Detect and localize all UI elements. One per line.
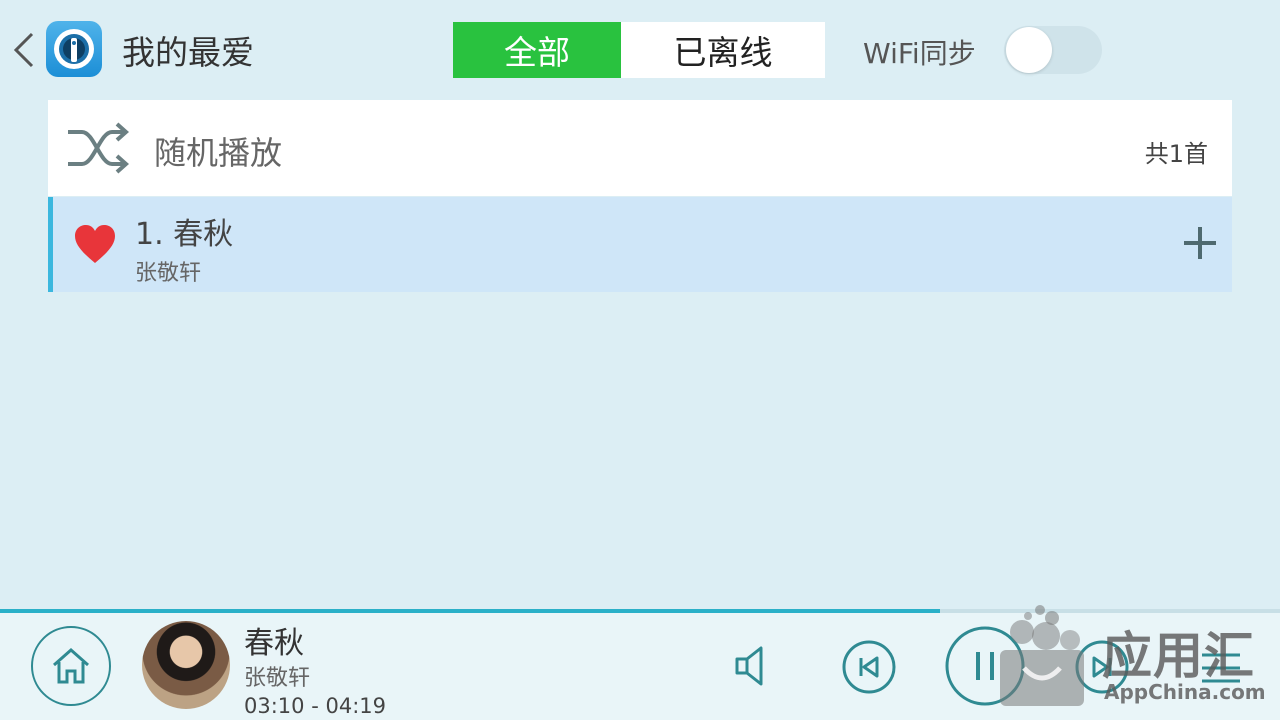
skip-previous-icon — [842, 640, 896, 694]
pause-button[interactable] — [944, 625, 1026, 707]
home-icon — [53, 647, 89, 684]
page-title: 我的最爱 — [122, 33, 254, 72]
heart-icon[interactable] — [73, 223, 117, 265]
tab-offline[interactable]: 已离线 — [621, 22, 825, 78]
song-list-item[interactable]: 1. 春秋 张敬轩 — [48, 197, 1232, 292]
chevron-left-icon — [13, 32, 34, 68]
shuffle-label: 随机播放 — [154, 134, 283, 172]
shuffle-icon — [68, 122, 130, 174]
tab-all[interactable]: 全部 — [453, 22, 621, 78]
toggle-knob — [1006, 27, 1052, 73]
now-playing-title: 春秋 — [244, 626, 304, 661]
current-time: 03:10 — [244, 694, 305, 718]
song-title: 1. 春秋 — [135, 217, 234, 252]
previous-button[interactable] — [841, 639, 897, 695]
app-logo-icon — [46, 21, 102, 77]
plus-icon[interactable] — [1180, 223, 1220, 263]
wifi-sync-toggle[interactable] — [1004, 26, 1102, 74]
next-button[interactable] — [1074, 639, 1130, 695]
wifi-sync-label: WiFi同步 — [863, 37, 976, 70]
pause-icon — [945, 626, 1025, 706]
album-art[interactable] — [142, 621, 230, 709]
back-button[interactable] — [8, 28, 40, 72]
song-count: 共1首 — [1144, 140, 1208, 168]
now-playing-time: 03:10 - 04:19 — [244, 694, 386, 718]
player-bar: 春秋 张敬轩 03:10 - 04:19 — [0, 613, 1280, 720]
time-separator: - — [304, 694, 326, 718]
total-time: 04:19 — [325, 694, 386, 718]
menu-icon — [1202, 653, 1240, 683]
skip-next-icon — [1075, 640, 1129, 694]
shuffle-play-row[interactable]: 随机播放 共1首 — [48, 100, 1232, 196]
filter-tabs: 全部 已离线 — [453, 22, 825, 78]
home-button[interactable] — [31, 626, 111, 706]
menu-button[interactable] — [1200, 651, 1242, 685]
header: 我的最爱 全部 已离线 WiFi同步 — [0, 0, 1280, 100]
speaker-icon — [735, 646, 763, 686]
volume-button[interactable] — [733, 643, 777, 689]
now-playing-artist: 张敬轩 — [244, 666, 311, 691]
song-artist: 张敬轩 — [135, 261, 202, 286]
